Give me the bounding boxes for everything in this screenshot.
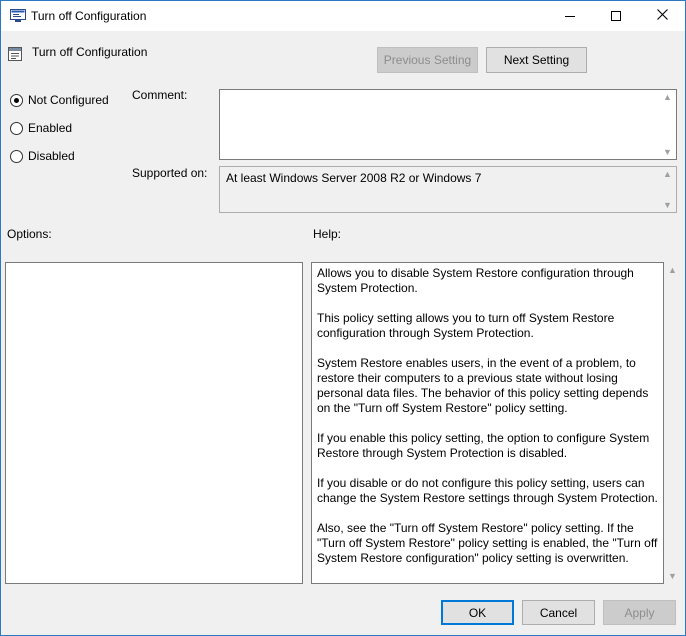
help-label: Help:: [313, 227, 342, 241]
maximize-icon: [611, 11, 621, 21]
scroll-down-icon[interactable]: ▼: [663, 200, 672, 210]
radio-indicator-checked: [10, 93, 23, 107]
radio-disabled[interactable]: Disabled: [10, 149, 75, 163]
next-setting-button[interactable]: Next Setting: [486, 47, 587, 73]
help-paragraph: If you enable this policy setting, the o…: [317, 431, 650, 460]
help-panel: Allows you to disable System Restore con…: [311, 262, 664, 584]
radio-enabled[interactable]: Enabled: [10, 121, 72, 135]
help-paragraph: If you disable or do not configure this …: [317, 476, 658, 505]
scroll-up-icon[interactable]: ▲: [668, 265, 677, 275]
scroll-down-icon[interactable]: ▼: [668, 571, 677, 581]
setting-title: Turn off Configuration: [32, 45, 148, 59]
options-label: Options:: [7, 227, 52, 241]
supported-on-label: Supported on:: [132, 166, 208, 180]
ok-button[interactable]: OK: [441, 600, 514, 625]
supported-on-value: At least Windows Server 2008 R2 or Windo…: [226, 171, 482, 185]
comment-field[interactable]: ▲ ▼: [219, 89, 677, 160]
title-bar[interactable]: Turn off Configuration: [1, 1, 685, 31]
comment-label: Comment:: [132, 88, 188, 102]
scroll-down-icon[interactable]: ▼: [663, 147, 672, 157]
scroll-up-icon[interactable]: ▲: [663, 92, 672, 102]
radio-label: Enabled: [28, 121, 73, 135]
supported-on-scrollbar[interactable]: ▲ ▼: [659, 167, 676, 212]
help-text: Allows you to disable System Restore con…: [317, 266, 659, 581]
dialog-window: Turn off Configuration Turn off Configur…: [0, 0, 686, 636]
comment-scrollbar[interactable]: ▲ ▼: [659, 90, 676, 159]
minimize-button[interactable]: [547, 1, 593, 31]
previous-setting-button[interactable]: Previous Setting: [377, 47, 478, 73]
close-button[interactable]: [639, 1, 685, 31]
options-panel: [5, 262, 303, 584]
scroll-up-icon[interactable]: ▲: [663, 169, 672, 179]
close-icon: [656, 9, 668, 23]
policy-icon: [10, 9, 26, 23]
maximize-button[interactable]: [593, 1, 639, 31]
radio-label: Disabled: [28, 149, 75, 163]
setting-icon: [7, 46, 23, 62]
help-paragraph: This policy setting allows you to turn o…: [317, 311, 615, 340]
radio-not-configured[interactable]: Not Configured: [10, 93, 109, 107]
help-paragraph: Allows you to disable System Restore con…: [317, 266, 634, 295]
minimize-icon: [565, 15, 575, 17]
radio-indicator: [10, 149, 23, 163]
radio-indicator: [10, 121, 23, 135]
supported-on-field: At least Windows Server 2008 R2 or Windo…: [219, 166, 677, 213]
help-paragraph: System Restore enables users, in the eve…: [317, 356, 649, 415]
help-paragraph: Also, see the "Turn off System Restore" …: [317, 521, 658, 565]
cancel-button[interactable]: Cancel: [522, 600, 595, 625]
help-scrollbar[interactable]: ▲ ▼: [665, 262, 680, 584]
window-title: Turn off Configuration: [31, 9, 147, 23]
apply-button[interactable]: Apply: [603, 600, 676, 625]
radio-label: Not Configured: [28, 93, 109, 107]
